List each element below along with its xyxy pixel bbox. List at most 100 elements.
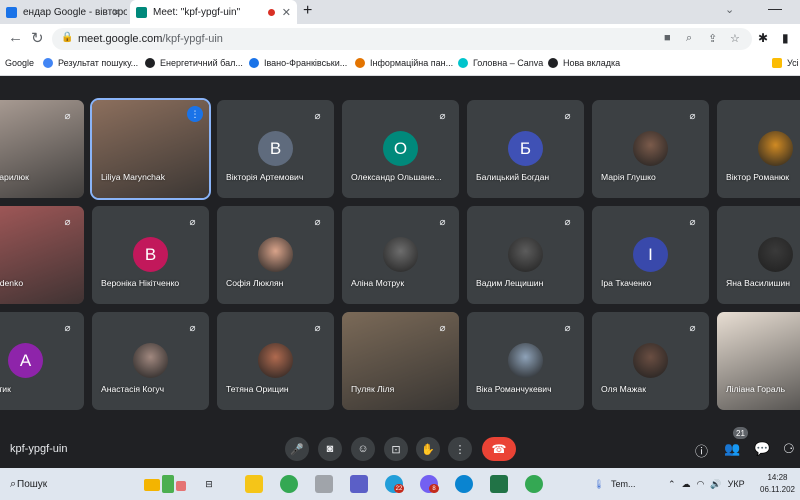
- raise-hand-button[interactable]: ✋: [416, 437, 440, 461]
- participant-tile[interactable]: В ⌀ Вікторія Артемович: [217, 100, 334, 198]
- bookmark-google[interactable]: Google: [5, 58, 34, 68]
- tab-search-icon[interactable]: ⌄: [725, 3, 734, 16]
- participant-tile[interactable]: ⌀Віктор Романюк: [717, 100, 800, 198]
- participant-name: Оля Мажак: [601, 384, 646, 394]
- reactions-button[interactable]: ☺: [351, 437, 375, 461]
- back-icon[interactable]: ←: [8, 29, 23, 46]
- volume-icon[interactable]: 🔊: [710, 479, 721, 490]
- more-options-button[interactable]: ⋮: [448, 437, 472, 461]
- participant-tile[interactable]: ⌀ na Vivdenko: [0, 206, 84, 304]
- participant-tile[interactable]: А ⌀ й Риптик: [0, 312, 84, 410]
- participant-avatar: І: [633, 237, 668, 272]
- edge-icon[interactable]: [455, 475, 473, 493]
- participant-name: Віка Романчукевич: [476, 384, 552, 394]
- wifi-icon[interactable]: ◠: [697, 479, 705, 490]
- present-screen-button[interactable]: ⊡: [384, 437, 408, 461]
- bookmark-search-result[interactable]: Результат пошуку...: [43, 58, 138, 68]
- muted-mic-icon: ⌀: [564, 217, 571, 228]
- bookmark-info-panel[interactable]: Інформаційна пан...: [355, 58, 453, 68]
- participant-avatar: Б: [508, 131, 543, 166]
- chevron-up-icon[interactable]: ⌃: [668, 479, 676, 490]
- photos-icon[interactable]: [315, 475, 333, 493]
- participant-tile[interactable]: ⌀ Тетяна Орищин: [217, 312, 334, 410]
- participant-photo-avatar: [258, 343, 293, 378]
- share-icon[interactable]: ⇪: [708, 32, 717, 45]
- folder-icon: [772, 58, 782, 68]
- tab-meet-close-icon[interactable]: ✕: [282, 6, 291, 19]
- cloud-icon[interactable]: ☁: [682, 479, 691, 490]
- participant-tile[interactable]: О ⌀ Олександр Ольшане...: [342, 100, 459, 198]
- participant-tile[interactable]: І ⌀ Іра Ткаченко: [592, 206, 709, 304]
- muted-mic-icon: ⌀: [689, 111, 696, 122]
- microphone-button[interactable]: 🎤: [285, 437, 309, 461]
- participant-tile[interactable]: ⌀ Марія Глушко: [592, 100, 709, 198]
- url-text[interactable]: meet.google.com/kpf-ypgf-uin: [78, 33, 223, 45]
- participant-name: Вікторія Артемович: [226, 172, 304, 182]
- participant-avatar: А: [8, 343, 43, 378]
- extensions-icon[interactable]: ✱: [758, 31, 768, 45]
- participant-name: й Риптик: [0, 384, 11, 394]
- people-icon[interactable]: 👥: [724, 441, 740, 457]
- system-tray[interactable]: ⌃ ☁ ◠ 🔊 УКР: [668, 479, 745, 490]
- meet-participant-grid: ⌀ а Шкварилюк ⋮ Liliya Marynchak В ⌀ Вікторія …: [0, 76, 800, 432]
- weather-text[interactable]: Tem...: [611, 479, 636, 489]
- participant-tile[interactable]: ⌀ Вадим Лещишин: [467, 206, 584, 304]
- participant-photo-avatar: [758, 131, 793, 166]
- site-icon: [249, 58, 259, 68]
- zoom-icon[interactable]: ⌕: [686, 32, 692, 45]
- canva-icon: [458, 58, 468, 68]
- participant-name: Пуляк Ліля: [351, 384, 395, 394]
- language-indicator[interactable]: УКР: [728, 479, 745, 490]
- participant-tile[interactable]: ⋮ Liliya Marynchak: [90, 98, 211, 200]
- tab-calendar[interactable]: ендар Google - вівторок, 7 ✕: [0, 0, 127, 24]
- camera-button[interactable]: ◙: [318, 437, 342, 461]
- participant-tile[interactable]: ⌀Яна Василишин: [717, 206, 800, 304]
- camera-permission-icon[interactable]: ■: [664, 32, 671, 44]
- participant-tile[interactable]: ⌀ Віка Романчукевич: [467, 312, 584, 410]
- participant-photo-avatar: [758, 237, 793, 272]
- participant-name: Liliya Marynchak: [101, 172, 165, 182]
- reload-icon[interactable]: ↻: [31, 29, 44, 47]
- bookmark-new-tab[interactable]: Нова вкладка: [548, 58, 620, 68]
- participant-tile[interactable]: В ⌀ Вероніка Нікітченко: [92, 206, 209, 304]
- participant-tile[interactable]: ⌀Ліліана Гораль: [717, 312, 800, 410]
- tab-calendar-close-icon[interactable]: ✕: [112, 6, 121, 19]
- participant-count-badge: 21: [733, 427, 748, 439]
- bookmark-all-folder[interactable]: Усі: [772, 58, 799, 68]
- participant-name: Іра Ткаченко: [601, 278, 652, 288]
- participant-photo-avatar: [508, 343, 543, 378]
- bookmark-ivano[interactable]: Івано-Франківськи...: [249, 58, 347, 68]
- chrome-icon[interactable]: [280, 475, 298, 493]
- participant-tile[interactable]: ⌀ Аліна Мотрук: [342, 206, 459, 304]
- chat-icon[interactable]: 💬: [754, 441, 770, 457]
- participant-tile[interactable]: Б ⌀ Балицький Богдан: [467, 100, 584, 198]
- muted-mic-icon: ⌀: [314, 323, 321, 334]
- meeting-info-icon[interactable]: ⓘ: [695, 441, 708, 460]
- taskbar-search[interactable]: ⌕ Пошук: [0, 468, 198, 500]
- participant-tile[interactable]: ⌀ а Шкварилюк: [0, 100, 84, 198]
- tab-meet[interactable]: Meet: "kpf-ypgf-uin" ✕: [130, 0, 297, 24]
- bookmark-star-icon[interactable]: ☆: [730, 32, 740, 45]
- chrome-active-icon[interactable]: [525, 475, 543, 493]
- address-bar[interactable]: 🔒 meet.google.com/kpf-ypgf-uin ■ ⌕ ⇪ ☆: [52, 28, 752, 50]
- participant-photo-avatar: [633, 343, 668, 378]
- lock-icon[interactable]: 🔒: [61, 32, 73, 43]
- participant-avatar: В: [133, 237, 168, 272]
- teams-icon[interactable]: [350, 475, 368, 493]
- task-view-icon[interactable]: ⊟: [200, 475, 218, 493]
- taskbar-clock[interactable]: 14:28 06.11.202: [760, 472, 795, 496]
- new-tab-button[interactable]: +: [303, 2, 312, 20]
- excel-icon[interactable]: [490, 475, 508, 493]
- minimize-button[interactable]: —: [768, 0, 782, 16]
- participant-tile[interactable]: ⌀ Пуляк Ліля: [342, 312, 459, 410]
- participant-tile[interactable]: ⌀ Оля Мажак: [592, 312, 709, 410]
- activities-icon[interactable]: ⚆: [783, 441, 795, 457]
- bookmark-canva[interactable]: Головна – Canva: [458, 58, 543, 68]
- participant-tile[interactable]: ⌀ Софія Люклян: [217, 206, 334, 304]
- end-call-button[interactable]: ☎: [482, 437, 516, 461]
- profile-icon[interactable]: ▮: [782, 31, 789, 45]
- meeting-code: kpf-ypgf-uin: [10, 443, 68, 455]
- participant-tile[interactable]: ⌀ Анастасія Когуч: [92, 312, 209, 410]
- file-explorer-icon[interactable]: [245, 475, 263, 493]
- bookmark-energy[interactable]: Енергетичний бал...: [145, 58, 243, 68]
